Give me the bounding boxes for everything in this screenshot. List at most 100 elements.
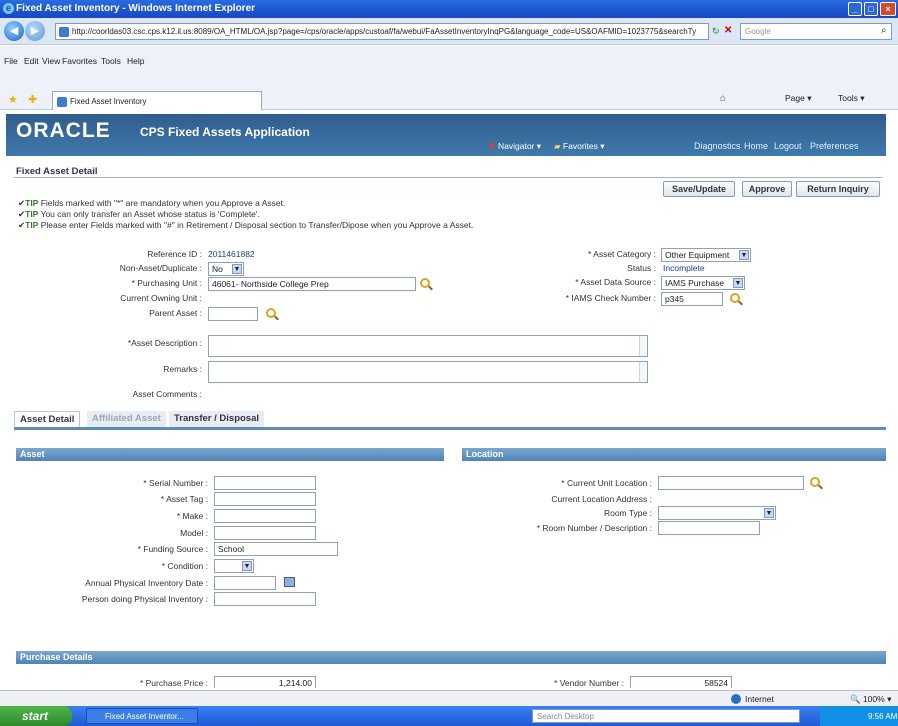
search-icon[interactable] [730,293,740,303]
room-number-label: * Room Number / Description : [536,523,652,533]
tools-menu[interactable]: Tools ▾ [838,93,864,104]
funding-source-input[interactable]: School [214,542,338,556]
zone-label: Internet [745,694,774,704]
model-input[interactable] [214,526,316,540]
location-section-header: Location [462,448,886,461]
funding-source-label: * Funding Source : [137,544,208,554]
purchasing-unit-input[interactable]: 46061- Northside College Prep [208,277,416,291]
preferences-link[interactable]: Preferences [810,141,859,151]
tip-text: Please enter Fields marked with "#" in R… [38,220,474,230]
non-asset-select[interactable]: No ▼ [208,262,244,276]
diagnostics-link[interactable]: Diagnostics [694,141,741,151]
tab-affiliated-asset[interactable]: Affiliated Asset [87,411,166,427]
stop-icon[interactable]: ✕ [724,25,732,36]
asset-category-value: Other Equipment [665,250,730,260]
asset-description-textarea[interactable] [208,335,648,357]
maximize-button[interactable]: □ [864,2,878,16]
browser-tab[interactable]: Fixed Asset Inventory [52,91,262,110]
room-number-input[interactable] [658,521,760,535]
add-favorite-icon[interactable]: ✚ [28,93,37,106]
forward-icon[interactable]: ▶ [25,21,45,41]
start-button[interactable]: start [0,706,72,726]
search-icon[interactable] [266,308,276,318]
menu-favorites[interactable]: Favorites [62,56,97,66]
tip-tag: TIP [25,198,39,208]
close-button[interactable]: × [880,2,896,16]
navigator-icon: ♜ [488,141,496,151]
search-icon[interactable] [420,278,430,288]
zoom-level[interactable]: 🔍 100% ▾ [850,694,891,705]
back-icon[interactable]: ◀ [4,21,24,41]
vendor-number-input[interactable]: 58524 [630,676,732,688]
tab-transfer-disposal[interactable]: Transfer / Disposal [169,411,265,427]
location-address-label: Current Location Address : [551,494,652,504]
search-icon[interactable] [810,477,820,487]
navigator-menu[interactable]: ♜ Navigator ▾ [488,141,541,152]
asset-category-label: * Asset Category : [587,249,656,259]
condition-select[interactable]: ▼ [214,559,254,573]
status-bar: Internet 🔍 100% ▾ [0,690,898,706]
purchase-price-input[interactable]: 1,214.00 [214,676,316,688]
page-menu[interactable]: Page ▾ [785,93,812,104]
taskbar-ie-task[interactable]: Fixed Asset Inventor... [86,708,198,724]
refresh-icon[interactable]: ↻ [712,26,720,37]
tip-mandatory: ✔TIP Fields marked with "*" are mandator… [18,198,286,208]
current-unit-location-input[interactable] [658,476,804,490]
model-label: Model : [180,528,208,538]
home-icon[interactable]: ⌂ [720,93,726,104]
tab-asset-detail[interactable]: Asset Detail [14,411,81,427]
parent-asset-input[interactable] [208,307,258,321]
asset-tag-input[interactable] [214,492,316,506]
data-source-select[interactable]: IAMS Purchase ▼ [661,276,745,290]
tab-underline [14,427,886,430]
data-source-value: IAMS Purchase [665,278,725,288]
person-inventory-input[interactable] [214,592,316,606]
menu-file[interactable]: File [4,56,18,66]
menu-tools[interactable]: Tools [101,56,121,66]
calendar-icon[interactable] [284,577,295,587]
approve-button[interactable]: Approve [742,181,792,197]
remarks-label: Remarks : [163,364,202,374]
tip-tag: TIP [25,220,39,230]
taskbar: start Fixed Asset Inventor... Search Des… [0,706,898,726]
favorites-menu[interactable]: ▰ Favorites ▾ [554,141,605,152]
inventory-date-input[interactable] [214,576,276,590]
logout-link[interactable]: Logout [774,141,802,151]
scrollbar[interactable] [639,362,647,382]
menu-view[interactable]: View [42,56,60,66]
zoom-value: 100% [862,694,885,704]
ie-icon: e [3,3,14,14]
system-tray: 9:56 AM [820,706,898,726]
page-menu-label: Page [785,93,805,103]
minimize-button[interactable]: _ [848,2,862,16]
make-input[interactable] [214,509,316,523]
menu-edit[interactable]: Edit [24,56,39,66]
purchase-price-label: * Purchase Price : [139,678,208,688]
current-unit-location-label: * Current Unit Location : [561,478,652,488]
search-input[interactable]: Google [740,23,892,40]
home-link[interactable]: Home [744,141,768,151]
app-name: CPS Fixed Assets Application [140,125,310,139]
oracle-banner: ORACLE CPS Fixed Assets Application ♜ Na… [6,114,886,156]
data-source-label: * Asset Data Source : [575,277,656,287]
save-update-button[interactable]: Save/Update [663,181,735,197]
serial-number-input[interactable] [214,476,316,490]
clock: 9:56 AM [868,712,898,721]
return-inquiry-button[interactable]: Return Inquiry [796,181,880,197]
desktop-search-input[interactable]: Search Desktop [532,709,800,723]
inventory-date-label: Annual Physical Inventory Date : [85,578,208,588]
remarks-textarea[interactable] [208,361,648,383]
address-field[interactable]: http://coorldas03.csc.cps.k12.il.us:8089… [55,23,709,40]
favorites-star-icon[interactable]: ★ [8,93,18,106]
favorites-label: Favorites [562,141,598,151]
non-asset-label: Non-Asset/Duplicate : [119,263,202,273]
scrollbar[interactable] [639,336,647,356]
search-icon[interactable]: ⌕ [881,25,887,36]
chevron-down-icon: ▼ [242,561,252,571]
chevron-down-icon: ▼ [232,264,242,274]
room-type-select[interactable]: ▼ [658,506,776,520]
check-number-input[interactable]: p345 [661,292,723,306]
start-label: start [22,709,49,723]
asset-category-select[interactable]: Other Equipment ▼ [661,248,751,262]
menu-help[interactable]: Help [127,56,144,66]
